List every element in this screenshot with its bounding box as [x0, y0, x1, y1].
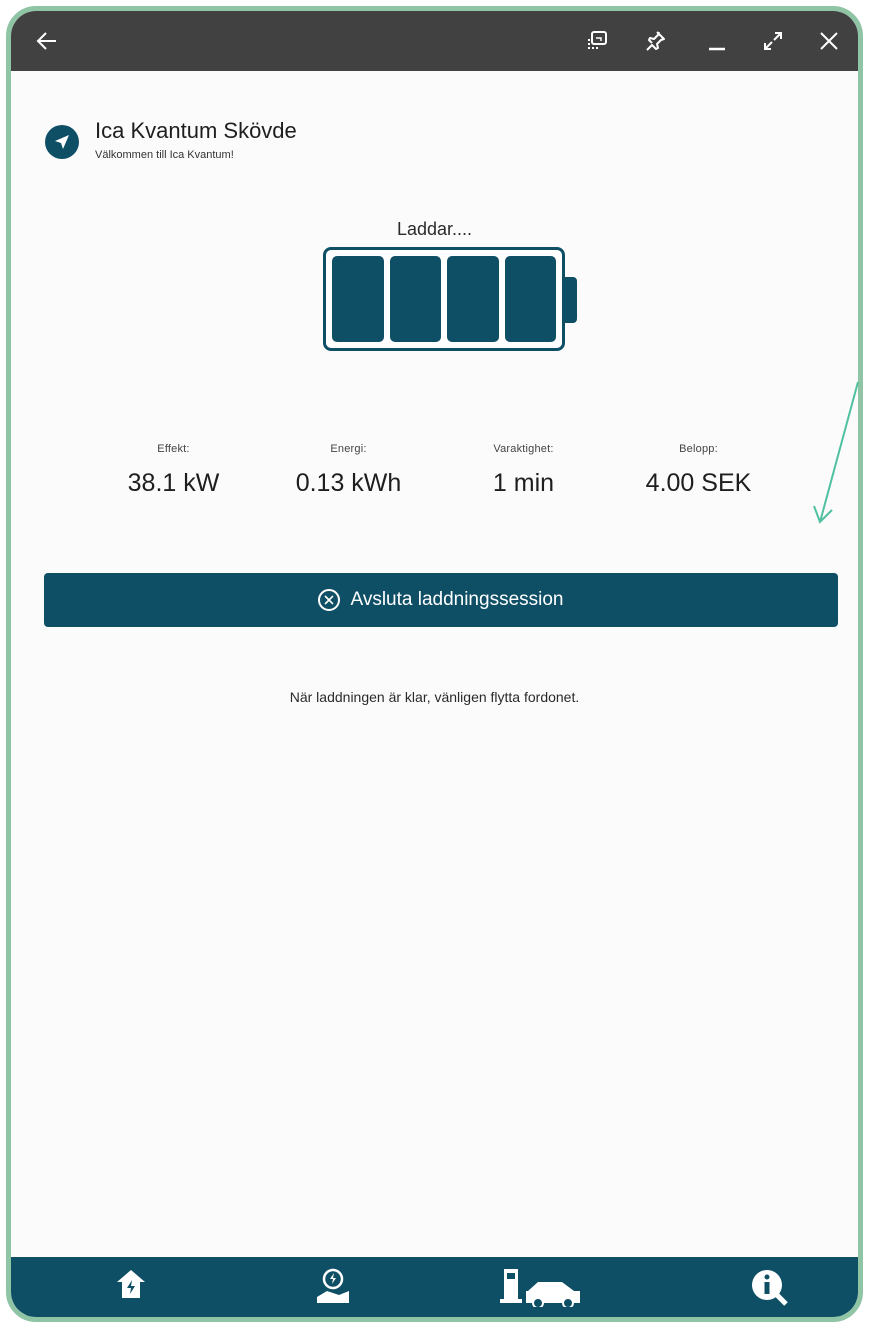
pin-icon[interactable]: [637, 23, 673, 59]
nav-info[interactable]: [719, 1257, 819, 1317]
charging-status: Laddar....: [396, 219, 473, 239]
stat-label: Varaktighet:: [493, 443, 554, 455]
battery-cell: [332, 256, 384, 342]
home-charger-icon: [114, 1267, 148, 1306]
stat-value: 38.1 kW: [127, 469, 220, 497]
window-titlebar: [11, 11, 858, 71]
bottom-navigation: [11, 1257, 858, 1317]
end-session-button[interactable]: Avsluta laddningssession: [44, 573, 838, 627]
stat-duration: Varaktighet: 1 min: [436, 443, 611, 498]
stat-amount: Belopp: 4.00 SEK: [611, 443, 786, 498]
nav-charging[interactable]: [491, 1257, 591, 1317]
app-window: Ica Kvantum Skövde Välkommen till Ica Kv…: [6, 6, 863, 1322]
stat-power: Effekt: 38.1 kW: [86, 443, 261, 498]
stat-label: Energi:: [330, 443, 367, 455]
main-content: Ica Kvantum Skövde Välkommen till Ica Kv…: [11, 71, 858, 1257]
circle-x-icon: [318, 589, 341, 611]
close-icon[interactable]: [811, 23, 847, 59]
nav-home[interactable]: [81, 1257, 181, 1317]
charging-stats: Effekt: 38.1 kW Energi: 0.13 kWh Varakti…: [86, 443, 786, 533]
charging-car-icon: [496, 1267, 586, 1312]
battery-icon: [323, 247, 565, 351]
stat-value: 4.00 SEK: [645, 469, 752, 497]
stat-value: 0.13 kWh: [295, 469, 402, 497]
end-session-label: Avsluta laddningssession: [350, 589, 564, 610]
battery-cell: [389, 256, 441, 342]
move-vehicle-note: När laddningen är klar, vänligen flytta …: [289, 689, 580, 705]
stat-energy: Energi: 0.13 kWh: [261, 443, 436, 498]
battery-cell: [447, 256, 499, 342]
location-arrow-icon: [45, 125, 79, 159]
info-search-icon: [749, 1267, 789, 1312]
battery-terminal: [565, 277, 577, 323]
stat-label: Effekt:: [157, 443, 190, 455]
minimize-icon[interactable]: [699, 23, 735, 59]
stat-label: Belopp:: [679, 443, 718, 455]
back-arrow-icon[interactable]: [29, 23, 65, 59]
battery-cell: [504, 256, 556, 342]
expand-icon[interactable]: [755, 23, 791, 59]
stat-value: 1 min: [492, 469, 555, 497]
station-title: Ica Kvantum Skövde: [95, 118, 297, 143]
station-subtitle: Välkommen till Ica Kvantum!: [95, 149, 234, 161]
screenshot-icon[interactable]: [580, 23, 616, 59]
annotation-arrow-icon: [813, 381, 859, 524]
nav-map[interactable]: [283, 1257, 383, 1317]
map-charging-location-icon: [313, 1267, 353, 1310]
